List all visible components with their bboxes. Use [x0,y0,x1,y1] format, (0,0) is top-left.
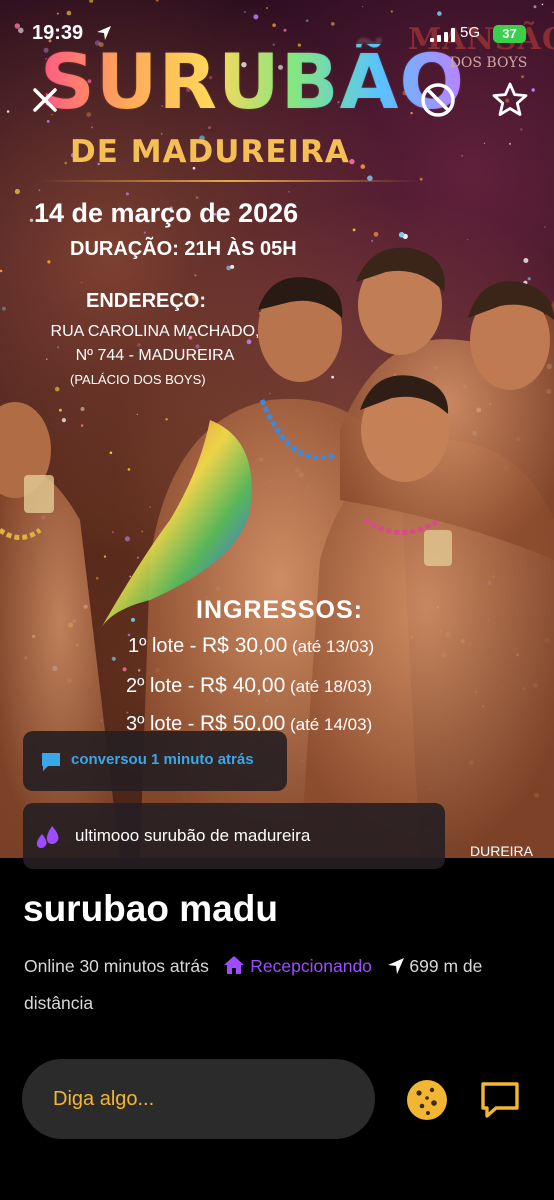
home-icon [224,956,245,974]
address-line-1: RUA CAROLINA MACHADO, [50,323,260,340]
recent-chat-text: conversou 1 minuto atrás [71,751,254,768]
cookie-icon[interactable] [403,1076,451,1124]
hosting-status: Recepcionando [250,956,372,976]
address-line-2: Nº 744 - MADUREIRA [75,347,235,364]
ticket-row: 1º lote - R$ 30,00 (até 13/03) [128,634,374,658]
poster-date: 14 de março de 2026 [34,198,299,228]
status-message-card: ultimooo surubão de madureira [23,803,445,869]
ticket-until: (até 14/03) [285,715,373,734]
status-message-text: ultimooo surubão de madureira [75,826,311,845]
ticket-lot: 2º lote - [126,675,201,697]
ticket-until: (até 18/03) [285,677,373,696]
ticket-lot: 1º lote - [128,635,203,657]
ticket-until: (até 13/03) [287,637,375,656]
block-icon[interactable] [418,80,458,120]
ticket-row: 2º lote - R$ 40,00 (até 18/03) [126,674,372,698]
poster-bottom-text: DUREIRA [470,843,534,858]
poster-address-label: ENDEREÇO: [86,290,207,312]
chat-bubble-icon [42,753,60,771]
ticket-price: R$ 30,00 [202,634,288,657]
close-icon[interactable] [25,80,65,120]
poster-venue: (PALÁCIO DOS BOYS) [70,372,206,387]
poster-tickets-title: INGRESSOS: [196,596,363,624]
poster-subtitle: DE MADUREIRA [70,134,350,170]
profile-info: Online 30 minutos atrás Recepcionando 69… [24,948,534,1022]
location-services-icon [97,26,111,40]
status-time: 19:39 [32,22,84,44]
location-arrow-icon [387,958,404,974]
profile-photo[interactable]: SURUBÃO DE MADUREIRA MANSÃO DOS BOYS 14 … [0,0,554,858]
poster-duration: DURAÇÃO: 21H ÀS 05H [70,238,297,260]
profile-name: surubao madu [23,888,278,929]
poster-address: RUA CAROLINA MACHADO, Nº 744 - MADUREIRA [30,320,280,368]
ticket-price: R$ 40,00 [200,674,286,697]
recent-chat-notice: conversou 1 minuto atrás [23,731,287,791]
droplets-icon [36,826,59,848]
network-type: 5G [460,24,481,41]
online-status: Online 30 minutos atrás [24,956,209,976]
message-input[interactable] [22,1059,375,1139]
message-icon[interactable] [476,1076,524,1124]
signal-icon [430,28,455,42]
poster-divider [40,180,420,182]
status-bar: 19:39 5G 37 [0,0,554,70]
star-icon[interactable] [490,80,530,120]
battery-indicator: 37 [493,25,526,43]
